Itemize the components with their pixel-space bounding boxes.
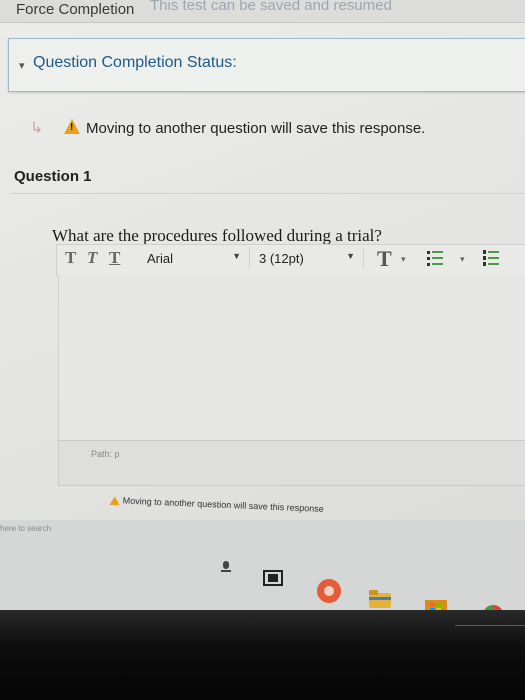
answer-text-area[interactable] <box>58 275 525 451</box>
font-family-select[interactable]: Arial ▼ <box>141 247 250 269</box>
divider <box>10 193 525 194</box>
bullet-list-dropdown-icon[interactable]: ▾ <box>460 254 465 265</box>
editor-path-bar: Path: p <box>58 440 525 486</box>
force-completion-label: Force Completion <box>16 1 135 18</box>
return-arrow-icon: ↳ <box>30 120 44 137</box>
underline-button[interactable]: T <box>109 248 120 268</box>
text-color-button[interactable]: T <box>377 246 392 272</box>
question-title: Question 1 <box>14 168 92 185</box>
microphone-icon[interactable] <box>218 560 234 574</box>
status-title[interactable]: Question Completion Status: <box>33 54 237 72</box>
italic-button[interactable]: T <box>87 248 97 268</box>
task-view-icon[interactable] <box>262 568 284 588</box>
path-label: Path: p <box>91 449 120 459</box>
font-size-select[interactable]: 3 (12pt) ▼ <box>253 247 364 269</box>
taskbar-search-box[interactable]: here to search <box>0 524 51 533</box>
numbered-list-icon[interactable] <box>483 249 499 267</box>
bezel-edge <box>455 625 525 626</box>
bottom-warning-text: Moving to another question will save thi… <box>122 495 324 514</box>
text-color-dropdown-icon[interactable]: ▾ <box>401 254 406 265</box>
chevron-down-icon: ▼ <box>232 251 241 261</box>
chevron-down-icon: ▼ <box>346 251 355 261</box>
bold-button[interactable]: T <box>65 248 76 268</box>
collapse-toggle-icon[interactable]: ▾ <box>19 59 25 72</box>
file-explorer-icon[interactable] <box>368 588 392 610</box>
question-prompt: What are the procedures followed during … <box>52 226 382 245</box>
warning-icon <box>64 119 80 134</box>
font-size-value: 3 (12pt) <box>259 251 304 266</box>
browser-icon[interactable] <box>316 578 342 604</box>
screen-bezel <box>0 610 525 700</box>
force-completion-description: This test can be saved and resumed <box>150 0 392 14</box>
editor-toolbar: T T T Arial ▼ 3 (12pt) ▼ T ▾ ▾ <box>56 244 525 276</box>
warning-icon <box>109 495 120 506</box>
bullet-list-icon[interactable] <box>427 249 443 267</box>
warning-text: Moving to another question will save thi… <box>86 120 426 137</box>
font-family-value: Arial <box>147 251 174 266</box>
screen: Force Completion This test can be saved … <box>0 0 525 700</box>
question-completion-status-panel[interactable]: ▾ Question Completion Status: <box>8 38 525 92</box>
header-bar: Force Completion This test can be saved … <box>0 0 525 23</box>
